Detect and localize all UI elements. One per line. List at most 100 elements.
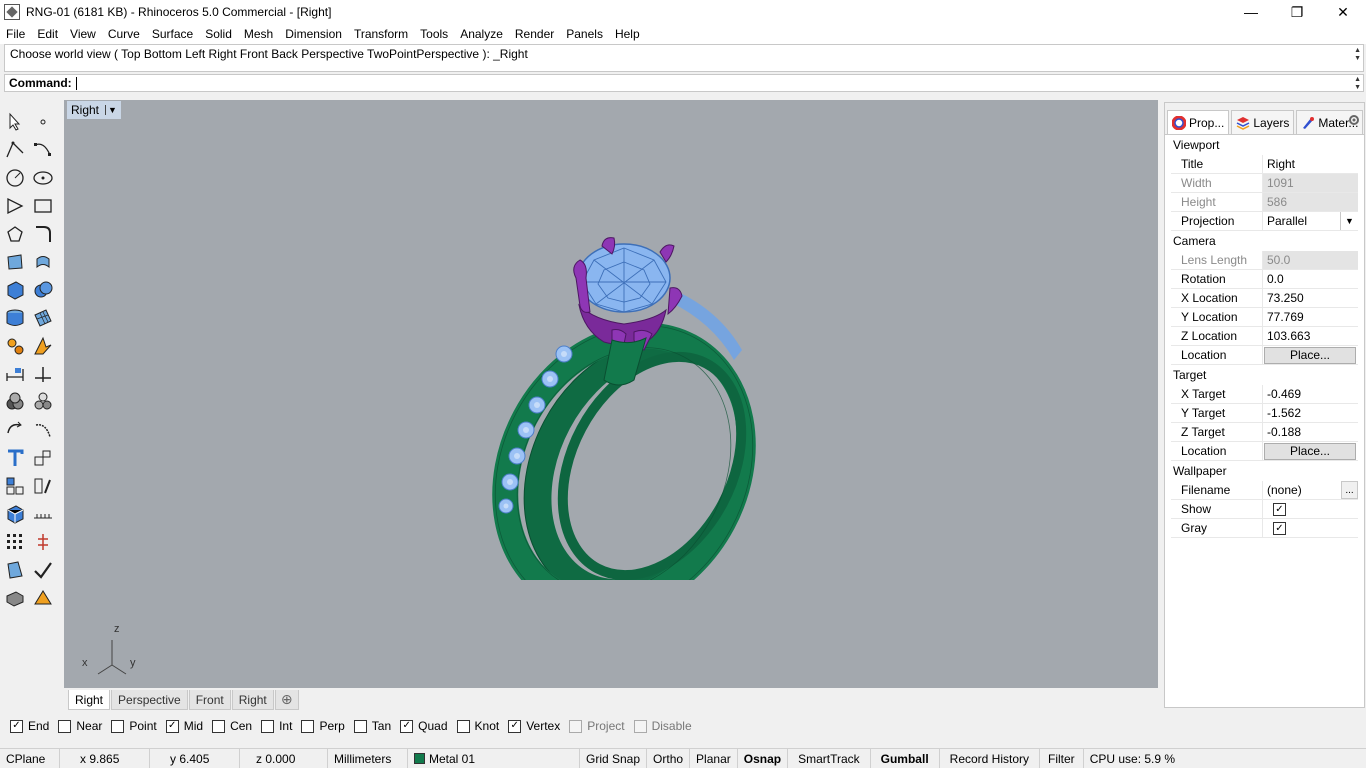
ortho-button[interactable]: Ortho [647, 748, 691, 768]
menu-tools[interactable]: Tools [414, 27, 454, 41]
group-icon[interactable] [3, 390, 27, 414]
osnap-checkbox[interactable]: ✓ [508, 719, 522, 733]
menu-render[interactable]: Render [509, 27, 560, 41]
viewport-right[interactable]: Right ▼ z x y [64, 100, 1158, 688]
menu-edit[interactable]: Edit [31, 27, 64, 41]
add-viewport-tab-icon[interactable]: ⊕ [274, 690, 299, 710]
osnap-checkbox[interactable] [301, 719, 315, 733]
arc-icon[interactable] [3, 194, 27, 218]
select-arrow-icon[interactable] [3, 110, 27, 134]
x-location-field[interactable]: 73.250 [1263, 289, 1358, 307]
minimize-button[interactable]: — [1228, 0, 1274, 24]
osnap-knot[interactable]: Knot [456, 719, 499, 733]
polyline-icon[interactable] [3, 138, 27, 162]
tab-properties[interactable]: Prop... [1167, 110, 1230, 134]
y-target-field[interactable]: -1.562 [1263, 404, 1358, 422]
check-icon[interactable] [31, 558, 55, 582]
shade-icon[interactable] [3, 586, 27, 610]
point-icon[interactable] [31, 110, 55, 134]
render-icon[interactable] [31, 334, 55, 358]
projection-select[interactable]: Parallel ▼ [1263, 212, 1358, 230]
menu-transform[interactable]: Transform [348, 27, 414, 41]
units-indicator[interactable]: Millimeters [328, 748, 408, 768]
menu-file[interactable]: File [0, 27, 31, 41]
y-location-field[interactable]: 77.769 [1263, 308, 1358, 326]
material-icon[interactable] [31, 586, 55, 610]
menu-view[interactable]: View [64, 27, 102, 41]
filename-field[interactable]: (none)... [1263, 481, 1358, 499]
ring-model[interactable] [484, 230, 764, 580]
osnap-checkbox[interactable] [456, 719, 470, 733]
menu-panels[interactable]: Panels [560, 27, 609, 41]
osnap-vertex[interactable]: ✓ Vertex [508, 719, 560, 733]
browse-button[interactable]: ... [1341, 481, 1358, 499]
osnap-quad[interactable]: ✓ Quad [400, 719, 448, 733]
fillet-curve-icon[interactable] [31, 222, 55, 246]
maximize-button[interactable]: ❐ [1274, 0, 1320, 24]
show-checkbox[interactable]: ✓ [1273, 502, 1286, 516]
osnap-checkbox[interactable]: ✓ [165, 719, 179, 733]
osnap-checkbox[interactable] [353, 719, 367, 733]
polygon-icon[interactable] [3, 222, 27, 246]
curve-control-points-icon[interactable] [31, 138, 55, 162]
rotate-3d-icon[interactable] [31, 418, 55, 442]
circle-icon[interactable] [3, 166, 27, 190]
osnap-checkbox[interactable] [633, 719, 647, 733]
surface-points-icon[interactable] [3, 250, 27, 274]
points-grid-icon[interactable] [3, 530, 27, 554]
command-history[interactable]: Choose world view ( Top Bottom Left Righ… [4, 44, 1364, 72]
menu-dimension[interactable]: Dimension [279, 27, 348, 41]
rotate-icon[interactable] [3, 418, 27, 442]
osnap-near[interactable]: Near [58, 719, 102, 733]
close-button[interactable]: ✕ [1320, 0, 1366, 24]
record-history-button[interactable]: Record History [940, 748, 1041, 768]
text-icon[interactable] [3, 446, 27, 470]
cplane-indicator[interactable]: CPlane [0, 748, 60, 768]
osnap-project[interactable]: Project [569, 719, 625, 733]
chevron-down-icon[interactable]: ▼ [1340, 212, 1358, 230]
osnap-checkbox[interactable]: ✓ [400, 719, 414, 733]
gumball-button[interactable]: Gumball [871, 748, 940, 768]
command-scroll[interactable]: ▲ ▼ [1354, 76, 1361, 92]
mesh-icon[interactable] [31, 306, 55, 330]
osnap-checkbox[interactable] [261, 719, 275, 733]
viewport-title[interactable]: Right ▼ [67, 101, 121, 119]
command-line[interactable]: Command: ▲ ▼ [4, 74, 1364, 92]
box-icon[interactable] [3, 278, 27, 302]
menu-mesh[interactable]: Mesh [238, 27, 279, 41]
gear-icon[interactable] [1347, 113, 1361, 127]
osnap-perp[interactable]: Perp [301, 719, 345, 733]
dimension-icon[interactable] [3, 362, 27, 386]
array-icon[interactable] [3, 474, 27, 498]
osnap-checkbox[interactable] [212, 719, 226, 733]
planar-button[interactable]: Planar [690, 748, 738, 768]
menu-solid[interactable]: Solid [199, 27, 238, 41]
scale-icon[interactable] [31, 446, 55, 470]
menu-surface[interactable]: Surface [146, 27, 199, 41]
grid-snap-button[interactable]: Grid Snap [580, 748, 648, 768]
target-place-button[interactable]: Place... [1264, 442, 1356, 460]
extrude-curve-icon[interactable] [31, 250, 55, 274]
osnap-disable[interactable]: Disable [633, 719, 692, 733]
osnap-mid[interactable]: ✓ Mid [165, 719, 203, 733]
rectangle-icon[interactable] [31, 194, 55, 218]
boolean-union-icon[interactable] [31, 278, 55, 302]
history-scroll[interactable]: ▲ ▼ [1354, 47, 1361, 63]
osnap-end[interactable]: ✓ End [10, 719, 49, 733]
osnap-cen[interactable]: Cen [212, 719, 252, 733]
edit-tools-icon[interactable] [31, 474, 55, 498]
z-target-field[interactable]: -0.188 [1263, 423, 1358, 441]
tab-front[interactable]: Front [188, 690, 231, 710]
gumball-align-icon[interactable] [31, 530, 55, 554]
tab-perspective[interactable]: Perspective [111, 690, 188, 710]
osnap-checkbox[interactable] [58, 719, 72, 733]
tab-right[interactable]: Right [68, 690, 111, 710]
filter-button[interactable]: Filter [1040, 748, 1084, 768]
osnap-checkbox[interactable]: ✓ [10, 719, 23, 733]
smarttrack-button[interactable]: SmartTrack [788, 748, 871, 768]
osnap-int[interactable]: Int [261, 719, 292, 733]
analyze-icon[interactable] [3, 558, 27, 582]
trim-icon[interactable] [31, 362, 55, 386]
named-view-icon[interactable] [3, 502, 27, 526]
render-settings-icon[interactable] [3, 334, 27, 358]
